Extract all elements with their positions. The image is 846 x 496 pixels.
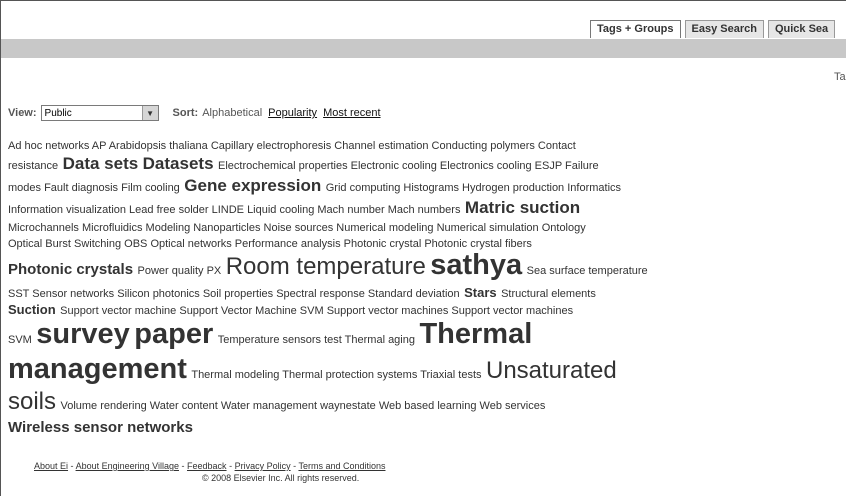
tag-cloud-line: management Thermal modeling Thermal prot… xyxy=(8,355,813,390)
footer-separator: - xyxy=(181,461,185,471)
tag-link[interactable]: Thermal modeling Thermal protection syst… xyxy=(191,369,481,381)
view-select[interactable]: Public ▼ xyxy=(40,105,159,121)
tag-link[interactable]: Room temperature xyxy=(226,253,426,280)
tag-link[interactable]: Photonic crystals xyxy=(8,261,133,278)
header-bar xyxy=(1,39,846,58)
tag-cloud-line: soils Volume rendering Water content Wat… xyxy=(8,390,813,418)
tag-link[interactable]: sathya xyxy=(430,249,522,281)
sort-label: Sort: xyxy=(172,107,199,119)
terms-link[interactable]: Terms and Conditions xyxy=(298,461,385,471)
copyright: © 2008 Elsevier Inc. All rights reserved… xyxy=(202,473,360,483)
tag-link[interactable]: Volume rendering Water content Water man… xyxy=(60,400,545,412)
tag-link[interactable]: Gene expression xyxy=(184,176,321,195)
tag-cloud-line: Ad hoc networks AP Arabidopsis thaliana … xyxy=(8,138,813,154)
tag-link[interactable]: Temperature sensors test Thermal aging xyxy=(218,334,415,346)
tag-link[interactable]: soils xyxy=(8,388,56,415)
view-sort-row: View: Public ▼ Sort: Alphabetical Popula… xyxy=(8,105,387,121)
tag-link[interactable]: survey xyxy=(36,318,130,350)
tab-easy-search[interactable]: Easy Search xyxy=(684,20,764,38)
tag-link[interactable]: Datasets xyxy=(143,154,214,173)
tag-cloud-line: Wireless sensor networks xyxy=(8,418,813,438)
feedback-link[interactable]: Feedback xyxy=(187,461,227,471)
tag-cloud: Ad hoc networks AP Arabidopsis thaliana … xyxy=(8,138,813,438)
tag-link[interactable]: Ad hoc networks AP Arabidopsis thaliana … xyxy=(8,140,576,152)
footer-separator: - xyxy=(293,461,297,471)
tag-link[interactable]: SST Sensor networks Silicon photonics So… xyxy=(8,288,460,300)
corner-text: Ta xyxy=(834,71,846,83)
tag-cloud-line: Information visualization Lead free sold… xyxy=(8,198,813,220)
sort-popularity-link[interactable]: Popularity xyxy=(268,107,317,119)
privacy-policy-link[interactable]: Privacy Policy xyxy=(235,461,291,471)
footer-separator: - xyxy=(229,461,233,471)
tag-link[interactable]: resistance xyxy=(8,160,58,172)
footer-links: About Ei - About Engineering Village - F… xyxy=(34,461,386,471)
tab-quick-search[interactable]: Quick Sea xyxy=(767,20,836,38)
about-ei-link[interactable]: About Ei xyxy=(34,461,68,471)
view-label: View: xyxy=(8,107,37,119)
tab-bar: Tags + Groups Easy Search Quick Sea xyxy=(590,20,836,38)
tag-cloud-line: modes Fault diagnosis Film cooling Gene … xyxy=(8,176,813,198)
tag-link[interactable]: Sea surface temperature xyxy=(527,265,648,277)
tag-cloud-line: resistance Data sets Datasets Electroche… xyxy=(8,154,813,176)
tag-cloud-line: Optical Burst Switching OBS Optical netw… xyxy=(8,236,813,252)
chevron-down-icon[interactable]: ▼ xyxy=(141,106,158,120)
tag-link[interactable]: Grid computing Histograms Hydrogen produ… xyxy=(326,182,621,194)
tag-cloud-line: SVM survey paper Temperature sensors tes… xyxy=(8,319,813,355)
tag-link[interactable]: Information visualization Lead free sold… xyxy=(8,204,460,216)
tag-cloud-line: Microchannels Microfluidics Modeling Nan… xyxy=(8,220,813,236)
tag-link[interactable]: Thermal xyxy=(419,318,532,350)
tag-link[interactable]: Stars xyxy=(464,285,497,300)
tag-link[interactable]: SVM xyxy=(8,334,32,346)
tab-tags-groups[interactable]: Tags + Groups xyxy=(590,20,681,38)
tag-link[interactable]: management xyxy=(8,353,187,385)
about-engineering-village-link[interactable]: About Engineering Village xyxy=(76,461,179,471)
tag-link[interactable]: Unsaturated xyxy=(486,357,617,384)
tag-link[interactable]: Support vector machine Support Vector Ma… xyxy=(60,305,573,317)
tag-link[interactable]: Data sets xyxy=(63,154,139,173)
view-select-value: Public xyxy=(44,107,72,119)
tag-link[interactable]: Power quality PX xyxy=(138,265,222,277)
sort-current: Alphabetical xyxy=(202,107,263,119)
tag-link[interactable]: modes Fault diagnosis Film cooling xyxy=(8,182,180,194)
tag-link[interactable]: paper xyxy=(134,318,213,350)
tag-cloud-line: Suction Support vector machine Support V… xyxy=(8,302,813,319)
tag-link[interactable]: Suction xyxy=(8,302,56,317)
tag-link[interactable]: Structural elements xyxy=(501,288,596,300)
tag-link[interactable]: Electrochemical properties Electronic co… xyxy=(218,160,599,172)
tag-link[interactable]: Microchannels Microfluidics Modeling Nan… xyxy=(8,222,586,234)
tag-link[interactable]: Matric suction xyxy=(465,198,580,217)
sort-most-recent-link[interactable]: Most recent xyxy=(323,107,380,119)
footer-separator: - xyxy=(70,461,74,471)
tag-link[interactable]: Wireless sensor networks xyxy=(8,419,193,436)
tag-cloud-line: SST Sensor networks Silicon photonics So… xyxy=(8,285,813,302)
tag-cloud-line: Photonic crystals Power quality PX Room … xyxy=(8,249,813,285)
